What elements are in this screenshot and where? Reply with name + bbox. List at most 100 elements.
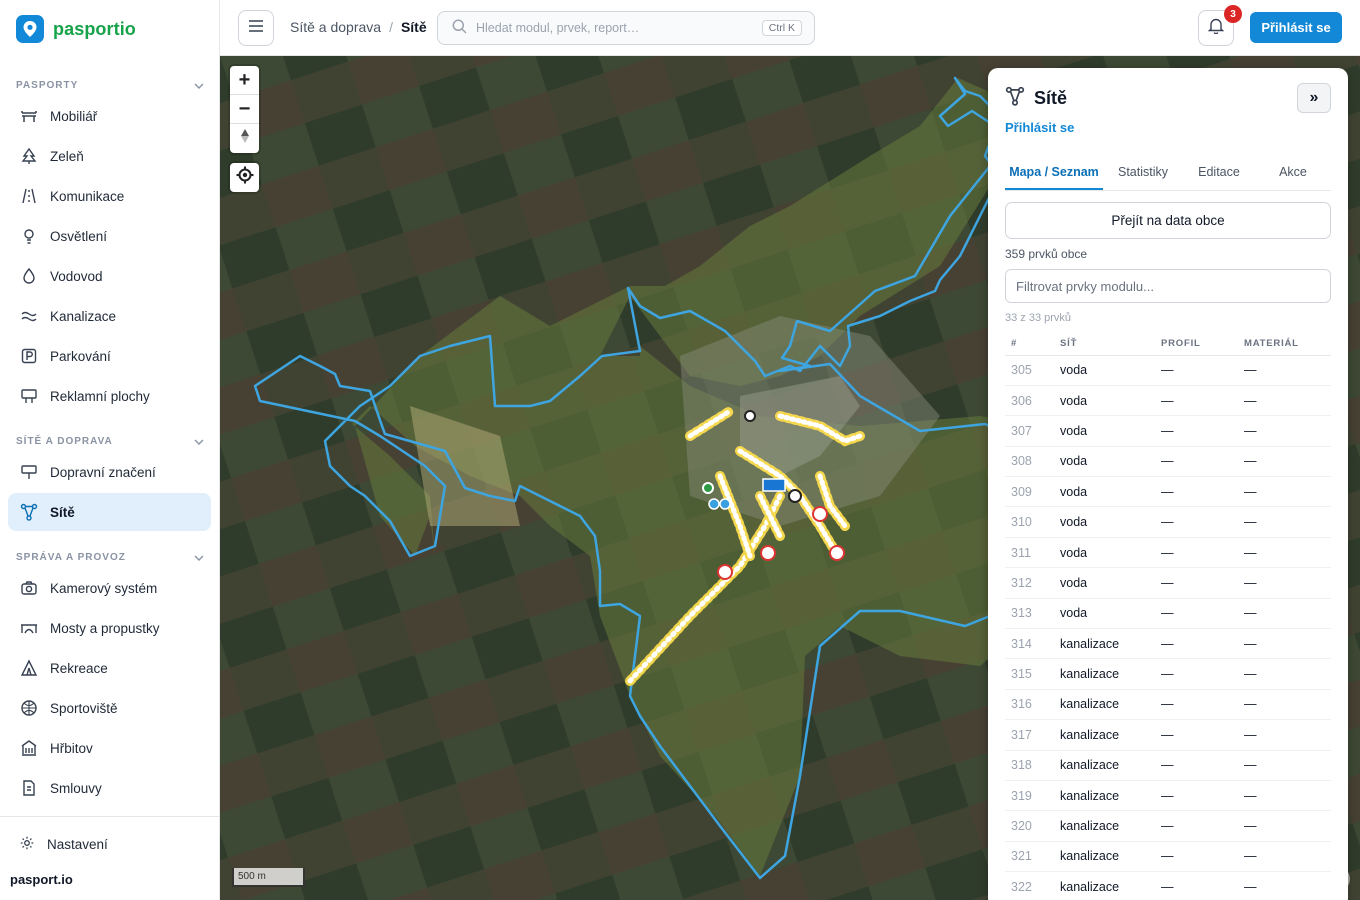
section-site-a-doprava[interactable]: SÍTĚ A DOPRAVA [16, 436, 204, 447]
notifications-button[interactable]: 3 [1198, 5, 1242, 46]
row-network: voda [1054, 385, 1155, 417]
sidebar-item-sportoviste[interactable]: Sportoviště [8, 689, 211, 727]
tab-statistiky[interactable]: Statistiky [1103, 158, 1183, 190]
go-to-data-button[interactable]: Přejít na data obce [1005, 202, 1331, 239]
login-button[interactable]: Přihlásit se [1250, 12, 1342, 43]
table-row[interactable]: 320 kanalizace — — [1005, 810, 1331, 842]
section-sprava-a-provoz[interactable]: SPRÁVA A PROVOZ [16, 552, 204, 563]
zoom-in-button[interactable]: + [230, 66, 259, 95]
table-row[interactable]: 307 voda — — [1005, 415, 1331, 447]
col-header[interactable]: SÍŤ [1054, 333, 1155, 356]
row-material: — [1238, 598, 1331, 630]
sidebar-item-osvetleni[interactable]: Osvětlení [8, 217, 211, 255]
table-row[interactable]: 312 voda — — [1005, 567, 1331, 599]
row-network: voda [1054, 598, 1155, 630]
brand[interactable]: pasportio [16, 15, 136, 43]
row-network: voda [1054, 476, 1155, 508]
sidebar-item-dopravni-znaceni[interactable]: Dopravní značení [8, 453, 211, 491]
sidebar-item-settings[interactable]: Nastavení [20, 836, 108, 853]
menu-button[interactable] [238, 10, 274, 46]
sidebar: pasportio PASPORTY Mobiliář Zeleň Komuni… [0, 0, 220, 900]
row-network: voda [1054, 415, 1155, 447]
table-row[interactable]: 321 kanalizace — — [1005, 841, 1331, 873]
sidebar-item-label: Komunikace [50, 188, 125, 204]
sidebar-item-parkovani[interactable]: Parkování [8, 337, 211, 375]
row-network: voda [1054, 537, 1155, 569]
row-material: — [1238, 871, 1331, 900]
panel-title-text: Sítě [1034, 88, 1068, 108]
table-row[interactable]: 318 kanalizace — — [1005, 750, 1331, 781]
tab-mapa-seznam[interactable]: Mapa / Seznam [1005, 158, 1103, 190]
row-material: — [1238, 537, 1331, 569]
sidebar-item-reklamni-plochy[interactable]: Reklamní plochy [8, 377, 211, 415]
row-material: — [1238, 446, 1331, 478]
sidebar-item-kanalizace[interactable]: Kanalizace [8, 297, 211, 335]
billboard-icon [20, 387, 38, 405]
row-profile: — [1155, 415, 1238, 447]
sidebar-item-site[interactable]: Sítě [8, 493, 211, 531]
sidebar-item-label: Parkování [50, 348, 111, 364]
ball-icon [20, 699, 38, 717]
sidebar-item-label: Sportoviště [50, 700, 118, 716]
col-header[interactable]: # [1005, 333, 1054, 356]
table-row[interactable]: 306 voda — — [1005, 385, 1331, 417]
droplet-icon [20, 267, 38, 285]
parking-icon [20, 347, 38, 365]
col-header[interactable]: MATERIÁL [1238, 333, 1331, 356]
tab-editace[interactable]: Editace [1183, 158, 1255, 190]
sidebar-item-mobiliar[interactable]: Mobiliář [8, 97, 211, 135]
tree-icon [20, 147, 38, 165]
panel-login-link[interactable]: Přihlásit se [1005, 120, 1074, 135]
sidebar-item-zelen[interactable]: Zeleň [8, 137, 211, 175]
lightbulb-icon [20, 227, 38, 245]
locate-button[interactable] [230, 163, 259, 192]
row-material: — [1238, 506, 1331, 538]
table-row[interactable]: 319 kanalizace — — [1005, 780, 1331, 812]
table-row[interactable]: 315 kanalizace — — [1005, 658, 1331, 690]
row-profile: — [1155, 537, 1238, 569]
sidebar-item-label: Zeleň [50, 148, 84, 164]
sidebar-item-mosty-a-propustky[interactable]: Mosty a propustky [8, 609, 211, 647]
table-row[interactable]: 311 voda — — [1005, 537, 1331, 569]
breadcrumb-item[interactable]: Sítě a doprava [290, 19, 381, 35]
table-row[interactable]: 309 voda — — [1005, 476, 1331, 508]
row-network: kanalizace [1054, 750, 1155, 781]
scale-bar: 500 m [232, 868, 305, 887]
search-icon [452, 19, 467, 37]
breadcrumb: Sítě a doprava / Sítě [290, 19, 427, 35]
section-pasporty[interactable]: PASPORTY [16, 80, 204, 91]
sidebar-item-komunikace[interactable]: Komunikace [8, 177, 211, 215]
tab-akce[interactable]: Akce [1255, 158, 1331, 190]
search-input[interactable]: Hledat modul, prvek, report… Ctrl K [437, 11, 815, 45]
row-network: kanalizace [1054, 628, 1155, 660]
table-row[interactable]: 317 kanalizace — — [1005, 719, 1331, 751]
row-id: 320 [1005, 810, 1054, 842]
table-row[interactable]: 305 voda — — [1005, 355, 1331, 386]
row-profile: — [1155, 598, 1238, 630]
table-row[interactable]: 313 voda — — [1005, 598, 1331, 630]
compass-button[interactable] [230, 124, 259, 153]
row-profile: — [1155, 385, 1238, 417]
footer-brand[interactable]: pasport.io [10, 872, 73, 887]
table-row[interactable]: 322 kanalizace — — [1005, 871, 1331, 900]
table-row[interactable]: 316 kanalizace — — [1005, 689, 1331, 721]
row-id: 316 [1005, 689, 1054, 721]
collapse-panel-button[interactable]: » [1297, 83, 1331, 113]
sidebar-item-smlouvy[interactable]: Smlouvy [8, 769, 211, 807]
sidebar-item-label: Osvětlení [50, 228, 108, 244]
row-material: — [1238, 567, 1331, 599]
sidebar-item-kamerovy-system[interactable]: Kamerový systém [8, 569, 211, 607]
sidebar-item-hrbitov[interactable]: Hřbitov [8, 729, 211, 767]
row-network: voda [1054, 506, 1155, 538]
table-row[interactable]: 314 kanalizace — — [1005, 628, 1331, 660]
sidebar-item-rekreace[interactable]: Rekreace [8, 649, 211, 687]
row-material: — [1238, 719, 1331, 751]
row-network: voda [1054, 355, 1155, 386]
col-header[interactable]: PROFIL [1155, 333, 1238, 356]
table-row[interactable]: 310 voda — — [1005, 506, 1331, 538]
zoom-out-button[interactable]: − [230, 95, 259, 124]
table-row[interactable]: 308 voda — — [1005, 446, 1331, 478]
sidebar-item-vodovod[interactable]: Vodovod [8, 257, 211, 295]
filter-input[interactable]: Filtrovat prvky modulu... [1005, 269, 1331, 303]
bench-icon [20, 107, 38, 125]
